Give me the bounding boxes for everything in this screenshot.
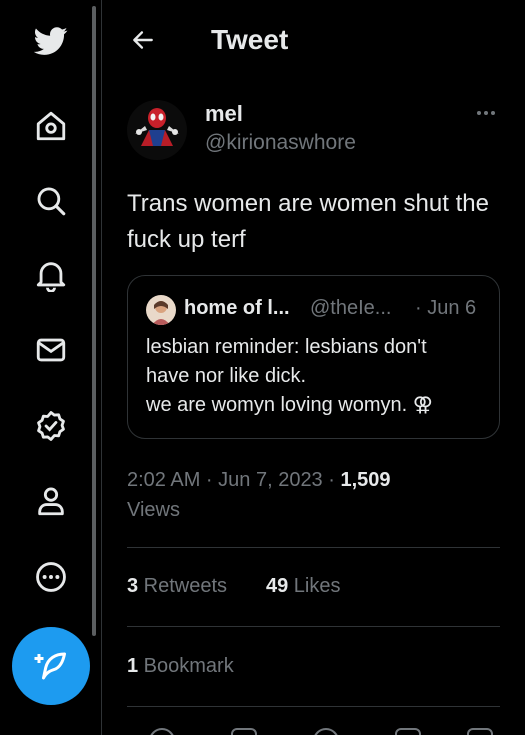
divider	[127, 547, 500, 548]
nav-notifications[interactable]	[26, 250, 76, 300]
action-bar	[127, 718, 500, 735]
author-avatar[interactable]	[127, 100, 187, 160]
nav-messages[interactable]	[26, 325, 76, 375]
back-button[interactable]	[127, 24, 159, 56]
retweets-label: Retweets	[138, 575, 228, 597]
quote-author-handle[interactable]: @theIe...	[310, 297, 391, 320]
retweets-count: 3	[127, 575, 139, 597]
tweet-timestamp[interactable]: 2:02 AM · Jun 7, 2023 ·	[127, 469, 340, 491]
nav-verified[interactable]	[26, 401, 76, 451]
views-count: 1,509	[340, 469, 391, 491]
like-icon[interactable]	[313, 728, 339, 735]
nav-explore[interactable]	[26, 176, 76, 226]
sidebar-scrollbar[interactable]	[92, 6, 96, 636]
home-icon	[36, 111, 66, 141]
tweet-text: Trans women are women shut the fuck up t…	[127, 190, 489, 253]
quote-text: lesbian reminder: lesbians don't have no…	[146, 333, 491, 420]
nav-more[interactable]	[26, 552, 76, 602]
compose-feather-icon	[34, 652, 66, 680]
more-dots-icon	[477, 111, 495, 115]
bookmarks-label: Bookmark	[138, 655, 234, 677]
retweet-icon[interactable]	[231, 728, 257, 735]
twitter-bird-icon[interactable]	[26, 16, 76, 66]
mail-icon	[36, 338, 66, 362]
page-title: Tweet	[211, 24, 289, 55]
bell-icon	[36, 262, 66, 292]
quote-author-avatar[interactable]	[146, 295, 176, 325]
more-options-button[interactable]	[473, 100, 499, 126]
quoted-tweet[interactable]: home of l... @theIe... · Jun 6 lesbian r…	[127, 275, 500, 439]
page-header: Tweet	[103, 0, 525, 80]
quote-text-line: we are womyn loving womyn. ⚢	[146, 394, 433, 416]
bookmarks-stat[interactable]: 1 Bookmark	[127, 655, 234, 678]
search-icon	[37, 187, 66, 216]
nav-home[interactable]	[26, 101, 76, 151]
bookmark-icon[interactable]	[395, 728, 421, 735]
likes-count: 49	[266, 575, 289, 597]
nav-profile[interactable]	[26, 476, 76, 526]
sidebar-nav	[0, 0, 102, 735]
tweet-timestamp-line: 2:02 AM · Jun 7, 2023 · 1,509	[127, 465, 507, 495]
twitter-bird-icon	[34, 27, 68, 55]
author-name[interactable]: mel	[205, 101, 243, 127]
profile-icon	[38, 487, 64, 516]
arrow-left-icon	[133, 31, 153, 49]
views-label: Views	[127, 499, 180, 521]
more-circle-icon	[36, 562, 66, 592]
verified-badge-icon	[37, 411, 65, 441]
tweet-meta: 2:02 AM · Jun 7, 2023 · 1,509 Views	[127, 465, 507, 525]
quote-author-name[interactable]: home of l...	[184, 297, 290, 320]
quote-text-line: have nor like dick.	[146, 365, 307, 387]
divider	[127, 706, 500, 707]
compose-button[interactable]	[12, 627, 90, 705]
bookmarks-count: 1	[127, 655, 139, 677]
retweets-stat[interactable]: 3 Retweets	[127, 575, 227, 598]
author-handle[interactable]: @kirionaswhore	[205, 131, 356, 155]
likes-stat[interactable]: 49 Likes	[266, 575, 341, 598]
quote-date[interactable]: · Jun 6	[415, 297, 476, 320]
divider	[127, 626, 500, 627]
share-icon[interactable]	[467, 728, 493, 735]
quote-text-line: lesbian reminder: lesbians don't	[146, 336, 427, 358]
likes-label: Likes	[288, 575, 341, 597]
reply-icon[interactable]	[149, 728, 175, 735]
avatar-image	[127, 100, 187, 160]
quote-avatar-image	[146, 295, 176, 325]
main-column: Tweet mel @kirionaswhore Trans women are…	[103, 0, 525, 735]
